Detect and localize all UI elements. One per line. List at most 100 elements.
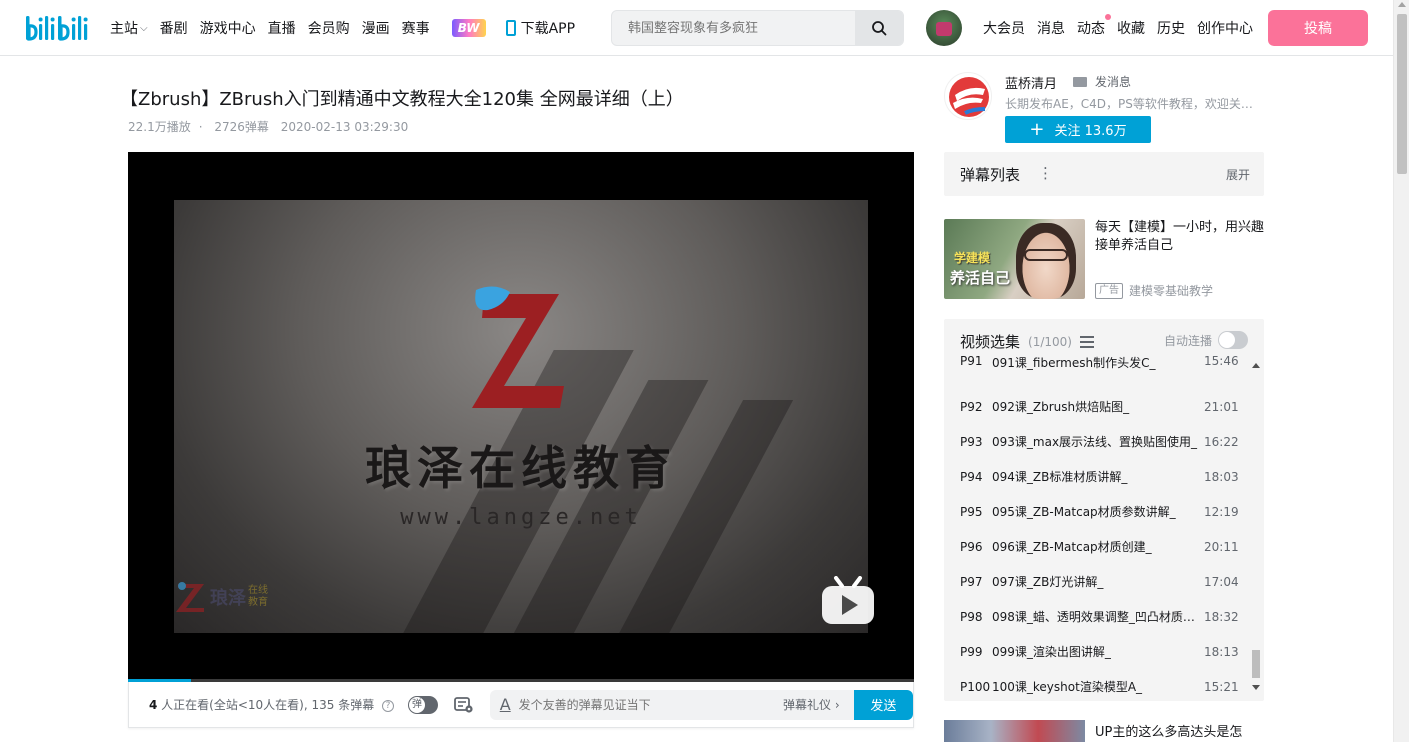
send-message-link[interactable]: 发消息	[1073, 73, 1131, 90]
danmaku-etiquette-link[interactable]: 弹幕礼仪 ›	[783, 696, 840, 713]
nav-item-label: 会员购	[307, 21, 350, 37]
nav-item-label: 番剧	[159, 21, 188, 37]
list-view-icon[interactable]	[1079, 335, 1094, 348]
ad-card[interactable]: 学建模 养活自己 每天【建模】一小时，用兴趣接单养活自己 广告 建模零基础教学	[944, 219, 1264, 299]
nav-item-favorites[interactable]: 收藏	[1117, 18, 1145, 38]
playlist-item[interactable]: P98 098课_蜡、透明效果调整_凹凸材质制作_ 18:32	[944, 599, 1248, 634]
danmaku-list-expand[interactable]: 展开	[1226, 166, 1250, 183]
user-nav: 大会员 消息 动态 收藏 历史 创作中心	[983, 0, 1265, 56]
ad-thumbnail[interactable]: 学建模 养活自己	[944, 219, 1085, 299]
episode-duration: 12:19	[1204, 504, 1239, 519]
playlist-items: P91 091课_fibermesh制作头发C_ 15:46 P92 092课_Zbru…	[944, 354, 1248, 694]
nav-item-manga[interactable]: 漫画	[362, 18, 390, 38]
bilibili-logo[interactable]	[24, 12, 96, 44]
search-input[interactable]	[612, 11, 855, 45]
autoplay-control: 自动连播	[1164, 331, 1248, 349]
watermark-text: 琅泽	[210, 588, 246, 609]
playlist-item[interactable]: P92 092课_Zbrush烘焙贴图_ 21:01	[944, 389, 1248, 424]
publish-date: 2020-02-13 03:29:30	[280, 120, 409, 134]
nav-item-main-site[interactable]: 主站 ⌵	[110, 18, 148, 38]
meta-separator: ·	[198, 120, 203, 134]
bw-event-badge[interactable]: BW	[451, 19, 486, 37]
recommended-title[interactable]: UP主的这么多高达头是怎	[1095, 721, 1242, 740]
episode-number: P100	[960, 679, 991, 694]
episode-duration: 17:04	[1204, 574, 1239, 589]
playlist-item[interactable]: P100 100课_keyshot渲染模型A_ 15:21	[944, 669, 1248, 695]
watermark-sub-2: 教育	[248, 597, 268, 608]
search-button[interactable]	[855, 11, 903, 45]
episode-duration: 18:13	[1204, 644, 1239, 659]
upload-button[interactable]: 投稿	[1268, 10, 1368, 46]
search-box	[611, 10, 904, 46]
episode-duration: 16:22	[1204, 434, 1239, 449]
mail-icon	[1073, 76, 1087, 87]
nav-item-game-center[interactable]: 游戏中心	[200, 18, 256, 38]
nav-item-history[interactable]: 历史	[1157, 18, 1185, 38]
nav-item-anime[interactable]: 番剧	[160, 18, 188, 38]
follow-label: 关注 13.6万	[1054, 124, 1127, 139]
playlist-item[interactable]: P93 093课_max展示法线、置换贴图使用_ 16:22	[944, 424, 1248, 459]
recommended-thumbnail[interactable]	[944, 720, 1085, 742]
scroll-up-arrow-icon[interactable]	[1398, 2, 1406, 7]
autoplay-toggle[interactable]	[1218, 331, 1248, 349]
playlist-scrollbar[interactable]	[1248, 354, 1264, 694]
page-scrollbar[interactable]	[1393, 0, 1409, 742]
danmaku-toggle[interactable]: 弹	[408, 695, 438, 714]
uploader-avatar-logo	[949, 77, 989, 117]
playlist-item[interactable]: P95 095课_ZB-Matcap材质参数讲解_ 12:19	[944, 494, 1248, 529]
playlist-item[interactable]: P96 096课_ZB-Matcap材质创建_ 20:11	[944, 529, 1248, 564]
page-scroll-thumb[interactable]	[1397, 14, 1407, 174]
bilibili-play-icon[interactable]	[820, 576, 876, 626]
nav-item-vip[interactable]: 大会员	[983, 18, 1025, 38]
nav-item-live[interactable]: 直播	[268, 18, 296, 38]
video-title: 【Zbrush】ZBrush入门到精通中文教程大全120集 全网最详细（上）	[120, 89, 684, 110]
video-player[interactable]: 琅泽在线教育 www.langze.net 琅泽 在线 教育	[128, 152, 914, 682]
ad-title[interactable]: 每天【建模】一小时，用兴趣接单养活自己	[1095, 219, 1265, 255]
playlist-item[interactable]: P94 094课_ZB标准材质讲解_ 18:03	[944, 459, 1248, 494]
playlist-header: 视频选集 (1/100)	[960, 331, 1094, 352]
episode-duration: 18:03	[1204, 469, 1239, 484]
notification-dot	[1105, 14, 1111, 20]
plus-icon: +	[1029, 118, 1045, 140]
scroll-down-arrow-icon[interactable]	[1252, 685, 1260, 690]
main-nav: 主站 ⌵ 番剧 游戏中心 直播 会员购 漫画 赛事 BW 下载APP	[110, 0, 575, 56]
download-app-link[interactable]: 下载APP	[505, 18, 575, 38]
episode-duration: 18:32	[1204, 609, 1239, 624]
danmaku-settings-icon[interactable]	[453, 696, 474, 714]
episode-duration: 21:01	[1204, 399, 1239, 414]
episode-title: 099课_渲染出图讲解_	[992, 645, 1111, 659]
playlist-item[interactable]: P91 091课_fibermesh制作头发C_ 15:46	[944, 354, 1248, 370]
episode-title: 096课_ZB-Matcap材质创建_	[992, 540, 1152, 554]
uploader-avatar[interactable]	[944, 72, 992, 120]
scroll-up-arrow-icon[interactable]	[1252, 363, 1260, 368]
danmaku-list-panel[interactable]: 弹幕列表 ⋮ 展开	[944, 152, 1264, 196]
danmaku-send-button[interactable]: 发送	[853, 689, 913, 720]
episode-duration: 20:11	[1204, 539, 1239, 554]
follow-button[interactable]: + 关注 13.6万	[1005, 116, 1151, 143]
danmaku-style-icon[interactable]: A	[500, 695, 511, 714]
video-watermark: 琅泽 在线 教育	[174, 580, 268, 614]
episode-title: 093课_max展示法线、置换贴图使用_	[992, 435, 1198, 449]
playlist-item[interactable]: P99 099课_渲染出图讲解_ 18:13	[944, 634, 1248, 669]
more-vertical-icon[interactable]: ⋮	[1038, 164, 1053, 182]
episode-number: P95	[960, 504, 983, 519]
episode-title: 092课_Zbrush烘焙贴图_	[992, 400, 1130, 414]
episode-number: P98	[960, 609, 983, 624]
scroll-thumb[interactable]	[1252, 650, 1260, 678]
danmaku-input[interactable]	[518, 697, 784, 712]
viewer-text: 人正在看(全站<10人在看), 135 条弹幕	[157, 698, 375, 712]
ad-source-name: 建模零基础教学	[1129, 284, 1214, 298]
help-icon[interactable]: ?	[382, 699, 395, 712]
frame-brand-name: 琅泽在线教育	[365, 441, 677, 495]
recommended-video[interactable]: UP主的这么多高达头是怎	[944, 720, 1264, 742]
nav-item-creator-center[interactable]: 创作中心	[1197, 18, 1253, 38]
nav-item-messages[interactable]: 消息	[1037, 18, 1065, 38]
nav-item-mall[interactable]: 会员购	[308, 18, 350, 38]
nav-item-esports[interactable]: 赛事	[402, 18, 430, 38]
user-avatar[interactable]	[926, 10, 962, 46]
nav-item-dynamics[interactable]: 动态	[1077, 14, 1111, 38]
uploader-name[interactable]: 蓝桥清月	[1005, 73, 1057, 92]
playlist-item[interactable]: P97 097课_ZB灯光讲解_ 17:04	[944, 564, 1248, 599]
nav-item-label: 直播	[267, 21, 296, 37]
danmaku-list-title: 弹幕列表	[960, 166, 1021, 184]
